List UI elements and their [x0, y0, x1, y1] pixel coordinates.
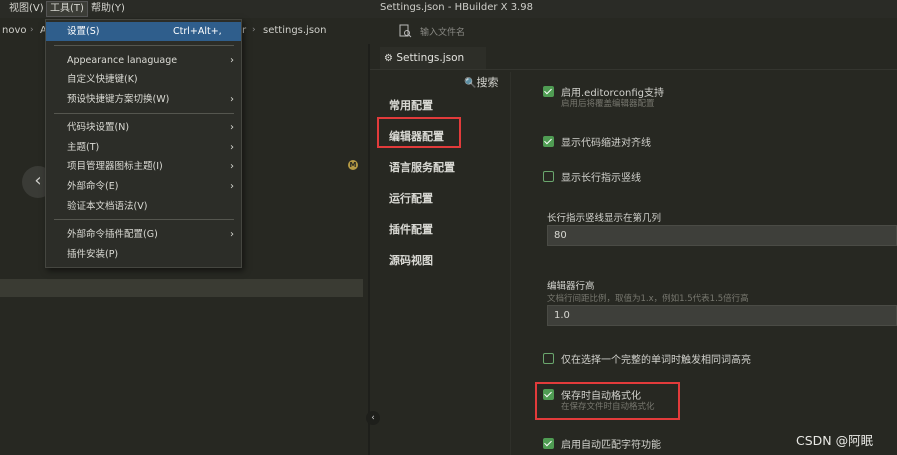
menu-view[interactable]: 视图(V): [6, 1, 47, 17]
chevron-right-icon: ›: [230, 142, 234, 153]
menu-separator: [54, 45, 234, 46]
checkbox[interactable]: [543, 136, 554, 147]
current-line-highlight: [0, 279, 363, 297]
menu-item-label: 外部命令插件配置(G): [67, 229, 158, 240]
menu-tools[interactable]: 工具(T): [46, 1, 88, 17]
checkbox[interactable]: [543, 171, 554, 182]
menu-item-theme[interactable]: 主题(T) ›: [46, 138, 241, 157]
breadcrumb-separator-icon: ›: [30, 25, 34, 35]
line-height-input[interactable]: 1.0: [547, 305, 897, 326]
menu-item-label: 主题(T): [67, 142, 100, 153]
long-line-column-label: 长行指示竖线显示在第几列: [547, 213, 662, 224]
gear-icon: ⚙: [384, 53, 393, 64]
line-height-label: 编辑器行高: [547, 281, 595, 292]
menu-item-label: 代码块设置(N): [67, 122, 130, 133]
line-height-description: 文档行间距比例，取值为1.x，例如1.5代表1.5倍行高: [547, 294, 749, 304]
menu-item-label: 自定义快捷键(K): [67, 74, 138, 85]
menu-item-external-plugin-config[interactable]: 外部命令插件配置(G) ›: [46, 225, 241, 244]
chevron-right-icon: ›: [230, 161, 234, 172]
annotation-box-editor: [377, 117, 461, 148]
menu-separator: [54, 113, 234, 114]
breadcrumb-item[interactable]: settings.json: [263, 25, 327, 36]
menu-item-label: Appearance lanaguage: [67, 55, 178, 66]
menu-item-external-commands[interactable]: 外部命令(E) ›: [46, 177, 241, 196]
tools-menu: 设置(S) Ctrl+Alt+, Appearance lanaguage › …: [45, 19, 242, 268]
menubar: 视图(V) 工具(T) 帮助(Y) Settings.json - HBuild…: [0, 0, 897, 18]
menu-item-label: 外部命令(E): [67, 181, 119, 192]
chevron-right-icon: ›: [230, 94, 234, 105]
breadcrumb-item[interactable]: r: [242, 25, 246, 36]
chevron-right-icon: ›: [230, 122, 234, 133]
menu-item-icon-theme[interactable]: 项目管理器图标主题(I) ›: [46, 157, 241, 176]
annotation-box-format-on-save: [535, 382, 680, 420]
file-search-icon: [399, 24, 412, 38]
settings-search[interactable]: 🔍搜索: [464, 74, 498, 90]
menu-separator: [54, 219, 234, 220]
menu-item-label: 项目管理器图标主题(I): [67, 161, 163, 172]
window-title: Settings.json - HBuilder X 3.98: [380, 2, 533, 13]
menu-item-validate-syntax[interactable]: 验证本文档语法(V): [46, 197, 241, 216]
option-label: 启用自动匹配字符功能: [561, 440, 661, 451]
chevron-left-icon[interactable]: ‹: [366, 411, 380, 425]
file-filter-input[interactable]: 输入文件名: [420, 25, 465, 38]
tab-settings-json[interactable]: ⚙ Settings.json: [380, 47, 486, 69]
checkbox[interactable]: [543, 353, 554, 364]
menu-item-label: 预设快捷键方案切换(W): [67, 94, 170, 105]
search-label: 搜索: [476, 76, 499, 89]
modified-badge: M: [348, 160, 358, 170]
menu-help[interactable]: 帮助(Y): [88, 1, 128, 17]
sidebar-item-common[interactable]: 常用配置: [389, 97, 433, 113]
long-line-column-input[interactable]: 80: [547, 225, 897, 246]
tab-label: Settings.json: [396, 52, 465, 64]
menu-item-shortcut: Ctrl+Alt+,: [173, 26, 222, 37]
app-window: 视图(V) 工具(T) 帮助(Y) Settings.json - HBuild…: [0, 0, 897, 455]
menu-item-keymap-scheme[interactable]: 预设快捷键方案切换(W) ›: [46, 90, 241, 109]
settings-divider: [510, 72, 511, 455]
menu-item-appearance-language[interactable]: Appearance lanaguage ›: [46, 51, 241, 70]
watermark: CSDN @阿眠: [796, 433, 874, 448]
sidebar-item-source-view[interactable]: 源码视图: [389, 252, 433, 268]
tab-divider: [370, 69, 897, 70]
menu-item-label: 插件安装(P): [67, 249, 119, 260]
search-icon: 🔍: [464, 78, 477, 89]
menu-item-label: 验证本文档语法(V): [67, 201, 148, 212]
checkbox[interactable]: [543, 438, 554, 449]
menu-item-label: 设置(S): [67, 26, 100, 37]
chevron-right-icon: ›: [230, 181, 234, 192]
menu-item-settings[interactable]: 设置(S) Ctrl+Alt+,: [46, 22, 241, 41]
breadcrumb-separator-icon: ›: [252, 25, 256, 35]
sidebar-item-plugins[interactable]: 插件配置: [389, 221, 433, 237]
menu-item-snippets[interactable]: 代码块设置(N) ›: [46, 118, 241, 137]
option-label: 显示代码缩进对齐线: [561, 138, 651, 149]
checkbox[interactable]: [543, 86, 554, 97]
breadcrumb-item[interactable]: novo: [2, 25, 27, 36]
option-description: 启用后将覆盖编辑器配置: [561, 99, 655, 109]
menu-item-custom-keybindings[interactable]: 自定义快捷键(K): [46, 70, 241, 89]
option-label: 仅在选择一个完整的单词时触发相同词高亮: [561, 355, 751, 366]
file-filter[interactable]: 输入文件名: [398, 22, 698, 40]
chevron-right-icon: ›: [230, 229, 234, 240]
chevron-right-icon: ›: [230, 55, 234, 66]
sidebar-item-run[interactable]: 运行配置: [389, 190, 433, 206]
menu-item-install-plugins[interactable]: 插件安装(P): [46, 245, 241, 264]
option-label: 显示长行指示竖线: [561, 173, 641, 184]
sidebar-item-language-service[interactable]: 语言服务配置: [389, 159, 455, 175]
